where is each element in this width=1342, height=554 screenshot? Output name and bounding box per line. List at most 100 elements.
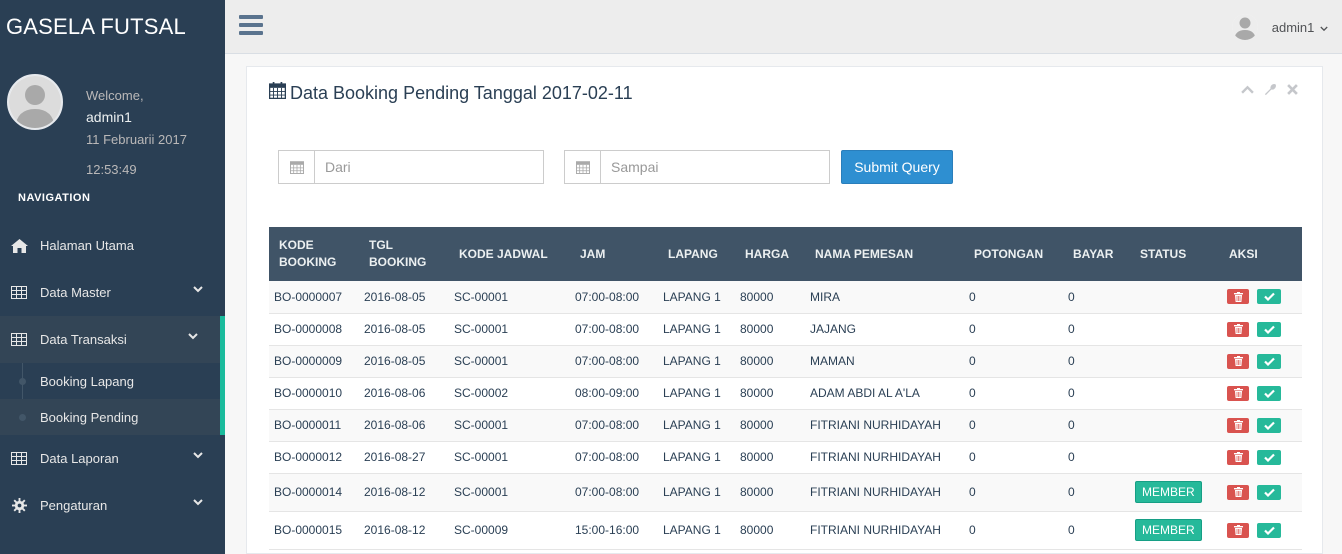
calendar-icon	[279, 151, 315, 183]
cell-nama: MAMAN	[805, 345, 964, 378]
column-header[interactable]: JAM	[570, 227, 658, 281]
menu-toggle-icon[interactable]	[239, 15, 263, 35]
delete-button[interactable]	[1227, 321, 1249, 337]
date-to-field[interactable]	[564, 150, 830, 184]
column-header[interactable]: LAPANG	[658, 227, 735, 281]
table-header-row: KODE BOOKING TGL BOOKING KODE JADWAL JAM L…	[269, 227, 1302, 281]
cell-bayar: 0	[1063, 409, 1130, 442]
cell-lapang: LAPANG 1	[658, 409, 735, 442]
column-header[interactable]: TGL BOOKING	[359, 227, 449, 281]
close-icon[interactable]	[1287, 83, 1298, 96]
cell-potongan: 0	[964, 441, 1063, 474]
cell-jadwal: SC-00001	[449, 345, 570, 378]
delete-button[interactable]	[1227, 385, 1249, 401]
page-title: Data Booking Pending Tanggal 2017-02-11	[268, 82, 633, 104]
table-row: BO-0000010 2016-08-06 SC-00002 08:00-09:00 L…	[269, 377, 1302, 410]
sidebar-item-pengaturan[interactable]: Pengaturan	[0, 482, 225, 529]
cell-potongan: 0	[964, 313, 1063, 346]
column-header[interactable]: STATUS	[1130, 227, 1219, 281]
date-from-input[interactable]	[315, 151, 543, 183]
cell-harga: 80000	[735, 409, 805, 442]
submit-query-button[interactable]: Submit Query	[841, 150, 953, 184]
user-menu[interactable]: admin1	[1231, 0, 1342, 54]
sidebar-item-home[interactable]: Halaman Utama	[0, 222, 225, 269]
cell-bayar: 0	[1063, 345, 1130, 378]
booking-table-body: BO-0000007 2016-08-05 SC-00001 07:00-08:00 L…	[269, 281, 1302, 550]
cell-kode: BO-0000011	[269, 409, 359, 442]
date-to-input[interactable]	[601, 151, 829, 183]
check-icon	[1263, 421, 1275, 430]
cell-jadwal: SC-00001	[449, 409, 570, 442]
table-row: BO-0000009 2016-08-05 SC-00001 07:00-08:00 L…	[269, 345, 1302, 378]
cell-kode: BO-0000008	[269, 313, 359, 346]
approve-button[interactable]	[1257, 484, 1281, 500]
column-header[interactable]: KODE JADWAL	[449, 227, 570, 281]
sidebar-item-label: Booking Pending	[40, 409, 139, 425]
column-header[interactable]: POTONGAN	[964, 227, 1063, 281]
sidebar-item-data-master[interactable]: Data Master	[0, 269, 225, 316]
cell-kode: BO-0000009	[269, 345, 359, 378]
column-header[interactable]: BAYAR	[1063, 227, 1130, 281]
delete-button[interactable]	[1227, 417, 1249, 433]
delete-button[interactable]	[1227, 449, 1249, 465]
cell-bayar: 0	[1063, 511, 1130, 550]
column-header[interactable]: AKSI	[1219, 227, 1302, 281]
trash-icon	[1233, 356, 1243, 366]
cell-nama: FITRIANI NURHIDAYAH	[805, 409, 964, 442]
user-menu-name[interactable]: admin1	[1272, 20, 1328, 35]
cell-jadwal: SC-00001	[449, 473, 570, 512]
brand-title[interactable]: GASELA FUTSAL	[0, 0, 225, 54]
table-row: BO-0000011 2016-08-06 SC-00001 07:00-08:00 L…	[269, 409, 1302, 442]
avatar	[7, 74, 63, 130]
booking-table: KODE BOOKING TGL BOOKING KODE JADWAL JAM L…	[269, 227, 1302, 550]
column-header[interactable]: HARGA	[735, 227, 805, 281]
cell-aksi	[1219, 313, 1302, 346]
calendar-icon	[268, 82, 287, 104]
check-icon	[1263, 325, 1275, 334]
cell-lapang: LAPANG 1	[658, 281, 735, 314]
delete-button[interactable]	[1227, 522, 1249, 538]
approve-button[interactable]	[1257, 289, 1281, 305]
profile-date: 11 Februarii 2017	[86, 132, 187, 147]
cell-jadwal: SC-00001	[449, 313, 570, 346]
check-icon	[1263, 389, 1275, 398]
approve-button[interactable]	[1257, 385, 1281, 401]
sidebar-item-data-laporan[interactable]: Data Laporan	[0, 435, 225, 482]
column-header[interactable]: KODE BOOKING	[269, 227, 359, 281]
approve-button[interactable]	[1257, 417, 1281, 433]
cell-nama: FITRIANI NURHIDAYAH	[805, 441, 964, 474]
collapse-icon[interactable]	[1241, 83, 1254, 96]
approve-button[interactable]	[1257, 321, 1281, 337]
column-header[interactable]: NAMA PEMESAN	[805, 227, 964, 281]
approve-button[interactable]	[1257, 449, 1281, 465]
wrench-icon[interactable]	[1264, 83, 1277, 96]
sidebar-item-booking-pending[interactable]: Booking Pending	[0, 399, 220, 435]
chevron-down-icon	[193, 285, 203, 296]
trash-icon	[1233, 487, 1243, 497]
delete-button[interactable]	[1227, 484, 1249, 500]
approve-button[interactable]	[1257, 522, 1281, 538]
bullet-dot-icon	[19, 377, 26, 385]
cell-bayar: 0	[1063, 441, 1130, 474]
approve-button[interactable]	[1257, 353, 1281, 369]
cell-nama: FITRIANI NURHIDAYAH	[805, 473, 964, 512]
sidebar-item-label: Pengaturan	[40, 498, 108, 513]
cell-harga: 80000	[735, 511, 805, 550]
cell-kode: BO-0000007	[269, 281, 359, 314]
sidebar-item-booking-lapang[interactable]: Booking Lapang	[0, 363, 220, 399]
trash-icon	[1233, 324, 1243, 334]
sidebar: GASELA FUTSAL Welcome, admin1 11 Februar…	[0, 0, 225, 554]
delete-button[interactable]	[1227, 353, 1249, 369]
sidebar-item-data-transaksi[interactable]: Data Transaksi	[0, 316, 225, 363]
cell-potongan: 0	[964, 377, 1063, 410]
table-icon	[10, 333, 28, 347]
date-from-field[interactable]	[278, 150, 544, 184]
delete-button[interactable]	[1227, 289, 1249, 305]
cell-aksi	[1219, 409, 1302, 442]
trash-icon	[1233, 291, 1243, 302]
cell-status	[1130, 345, 1219, 378]
page-title-text: Data Booking Pending Tanggal 2017-02-11	[290, 82, 633, 103]
chevron-down-icon	[188, 332, 198, 343]
cell-harga: 80000	[735, 377, 805, 410]
cell-harga: 80000	[735, 281, 805, 314]
